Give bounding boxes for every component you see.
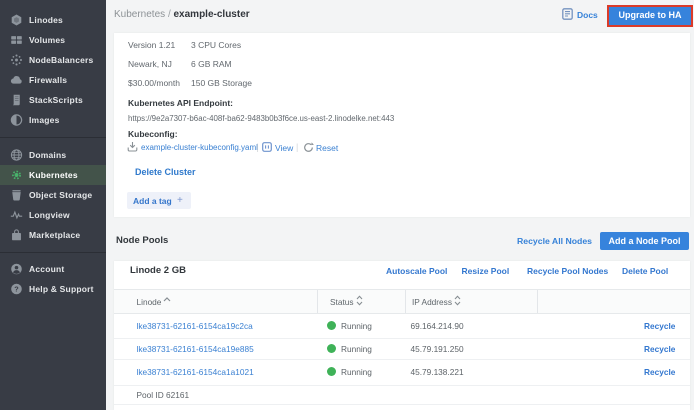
svg-text:?: ? — [14, 285, 19, 294]
